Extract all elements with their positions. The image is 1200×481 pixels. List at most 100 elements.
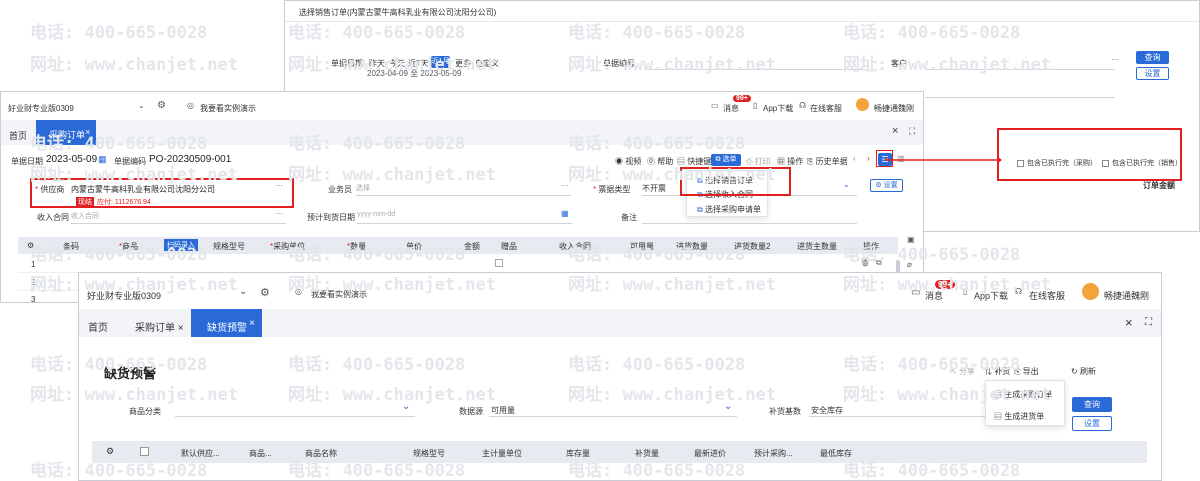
date-value[interactable]: 2023-05-09 — [46, 154, 97, 165]
col-expected-purchase: 预计采购... — [754, 449, 793, 458]
code-label: 单据编号 — [603, 59, 635, 68]
operate-button[interactable]: ▦ 操作 — [777, 156, 803, 167]
message-icon[interactable]: ▭ — [911, 287, 920, 298]
user-name[interactable]: 畅捷通魏刚 — [874, 103, 914, 114]
video-button[interactable]: ◉ 视频 — [615, 156, 641, 167]
message-icon[interactable]: ▭ — [711, 101, 719, 110]
delete-row-icon[interactable]: 🗑 — [860, 258, 870, 267]
demo-eye-icon[interactable]: ◎ — [187, 101, 194, 110]
category-dropdown-icon[interactable]: ⌄ — [402, 401, 410, 412]
avatar-icon[interactable] — [856, 98, 869, 111]
tab-home[interactable]: 首页 — [9, 129, 27, 142]
fullscreen-icon[interactable]: ⛶ — [1145, 317, 1152, 328]
message-label[interactable]: 消息 — [925, 289, 943, 302]
attachment-icon[interactable]: ⌀ — [907, 260, 912, 269]
window-close-icon[interactable]: × — [1125, 315, 1133, 330]
refresh-button[interactable]: ↻ 刷新 — [1071, 366, 1096, 377]
code-input[interactable] — [645, 69, 865, 70]
category-input[interactable] — [175, 416, 415, 417]
menu-select-purchase-request[interactable]: ⧉ 选择采购申请单 — [697, 204, 761, 215]
date-option-1month[interactable]: 近1月 — [431, 56, 450, 68]
company-name: 好业财专业版0309 — [87, 291, 162, 301]
customer-input[interactable] — [925, 69, 1115, 70]
prev-icon[interactable]: ‹ — [853, 154, 856, 163]
menu-generate-purchase-order[interactable]: ▤ 生成采购订单 — [994, 389, 1052, 400]
choose-menu-highlight — [680, 167, 791, 196]
company-dropdown-icon[interactable]: ⌄ — [239, 286, 247, 297]
user-name[interactable]: 畅捷通魏刚 — [1104, 289, 1149, 302]
connector-arrow — [885, 156, 1002, 164]
include-sales-checkbox[interactable] — [1102, 159, 1109, 167]
copy-row-icon[interactable]: ⧉ — [876, 258, 882, 268]
salesman-more-icon[interactable]: ··· — [561, 181, 569, 190]
app-download[interactable]: App下载 — [763, 103, 793, 114]
income-contract-more-icon[interactable]: ··· — [275, 209, 283, 218]
col-available: 可用量 — [630, 242, 654, 251]
base-value[interactable]: 安全库存 — [811, 405, 843, 416]
app-download[interactable]: App下载 — [974, 289, 1008, 302]
scan-entry-button[interactable]: 扫码录入 — [164, 239, 198, 251]
window-close-icon[interactable]: × — [892, 125, 898, 137]
include-purchase-checkbox[interactable] — [1017, 159, 1024, 167]
settings-gear-icon[interactable]: ⚙ — [260, 286, 270, 299]
date-range: 2023-04-09 至 2023-05-09 — [367, 69, 462, 78]
settings-button[interactable]: 设置 — [1072, 416, 1112, 431]
tab-home[interactable]: 首页 — [88, 319, 108, 334]
fullscreen-icon[interactable]: ⛶ — [909, 126, 915, 137]
demo-eye-icon[interactable]: ◎ — [295, 287, 302, 296]
settings-button[interactable]: ⚙ 设置 — [870, 179, 903, 192]
company-dropdown-icon[interactable]: ⌄ — [138, 101, 145, 110]
query-button[interactable]: 查询 — [1136, 51, 1169, 64]
date-label: 单据日期 — [11, 157, 43, 166]
shortcut-button[interactable]: ▤ 快捷键 — [677, 156, 711, 167]
tab-purchase-order[interactable]: 采购订单 × — [135, 319, 184, 334]
next-icon[interactable]: › — [867, 154, 870, 163]
grid-settings-icon[interactable]: ⚙ — [106, 446, 114, 457]
arrival-date-input[interactable]: yyyy-mm-dd — [357, 211, 395, 218]
query-button[interactable]: 查询 — [1072, 397, 1112, 412]
side-panel-icon[interactable]: ▣ — [907, 235, 915, 244]
share-button[interactable]: ⇱ 分享 — [950, 366, 975, 377]
message-badge: 99+ — [935, 280, 955, 289]
settings-gear-icon[interactable]: ⚙ — [157, 100, 166, 111]
gift-checkbox[interactable] — [495, 259, 503, 267]
replenish-button[interactable]: ⇅ 补货 — [984, 366, 1010, 377]
remark-input[interactable] — [642, 223, 857, 224]
avatar-icon[interactable] — [1082, 283, 1099, 300]
arrival-calendar-icon[interactable]: ▦ — [561, 209, 569, 218]
filter-row-2b — [925, 97, 1115, 98]
online-service[interactable]: 在线客服 — [1029, 289, 1065, 302]
tab-close-icon[interactable]: × — [178, 323, 184, 334]
invoice-type-dropdown-icon[interactable]: ⌄ — [843, 180, 850, 189]
date-label: 单据日期 — [331, 59, 363, 68]
menu-generate-purchase-receipt[interactable]: ▤ 生成进货单 — [994, 411, 1044, 422]
demo-link[interactable]: 我要看实例演示 — [200, 103, 256, 114]
income-contract-input[interactable]: 收入合同 — [71, 211, 99, 221]
col-unit: *采购单位 — [270, 242, 306, 251]
choose-button[interactable]: ⧉ 选单 — [711, 154, 741, 166]
history-button[interactable]: ⎘ 历史单据 — [807, 156, 848, 167]
datasource-value[interactable]: 可用量 — [491, 405, 515, 416]
salesman-input[interactable]: 选择 — [356, 183, 370, 193]
calendar-icon[interactable]: ▦ — [98, 154, 107, 165]
row-number-1: 1 — [31, 260, 36, 269]
online-service[interactable]: 在线客服 — [810, 103, 842, 114]
customer-more-icon[interactable]: ··· — [1111, 55, 1119, 64]
message-label[interactable]: 消息 — [723, 103, 739, 114]
help-button[interactable]: ⓪ 帮助 — [647, 156, 673, 167]
invoice-type-value[interactable]: 不开票 — [642, 183, 666, 194]
grid-settings-icon[interactable]: ⚙ — [27, 241, 34, 250]
settings-button[interactable]: 设置 — [1136, 67, 1169, 80]
phone-icon[interactable]: ▯ — [753, 101, 757, 110]
phone-icon[interactable]: ▯ — [963, 287, 967, 296]
demo-link[interactable]: 我要看实例演示 — [311, 289, 367, 300]
tab-close-icon[interactable]: × — [85, 127, 90, 137]
headset-icon[interactable]: ☊ — [799, 101, 806, 110]
datasource-dropdown-icon[interactable]: ⌄ — [724, 401, 732, 412]
tab-close-icon[interactable]: × — [249, 318, 255, 329]
print-button[interactable]: ⎙ 打印 — [746, 156, 771, 167]
headset-icon[interactable]: ☊ — [1015, 287, 1022, 296]
select-all-checkbox[interactable] — [140, 447, 149, 456]
date-option-custom[interactable]: 自定义 — [475, 58, 499, 69]
export-button[interactable]: ⎘ 导出 — [1014, 366, 1039, 377]
